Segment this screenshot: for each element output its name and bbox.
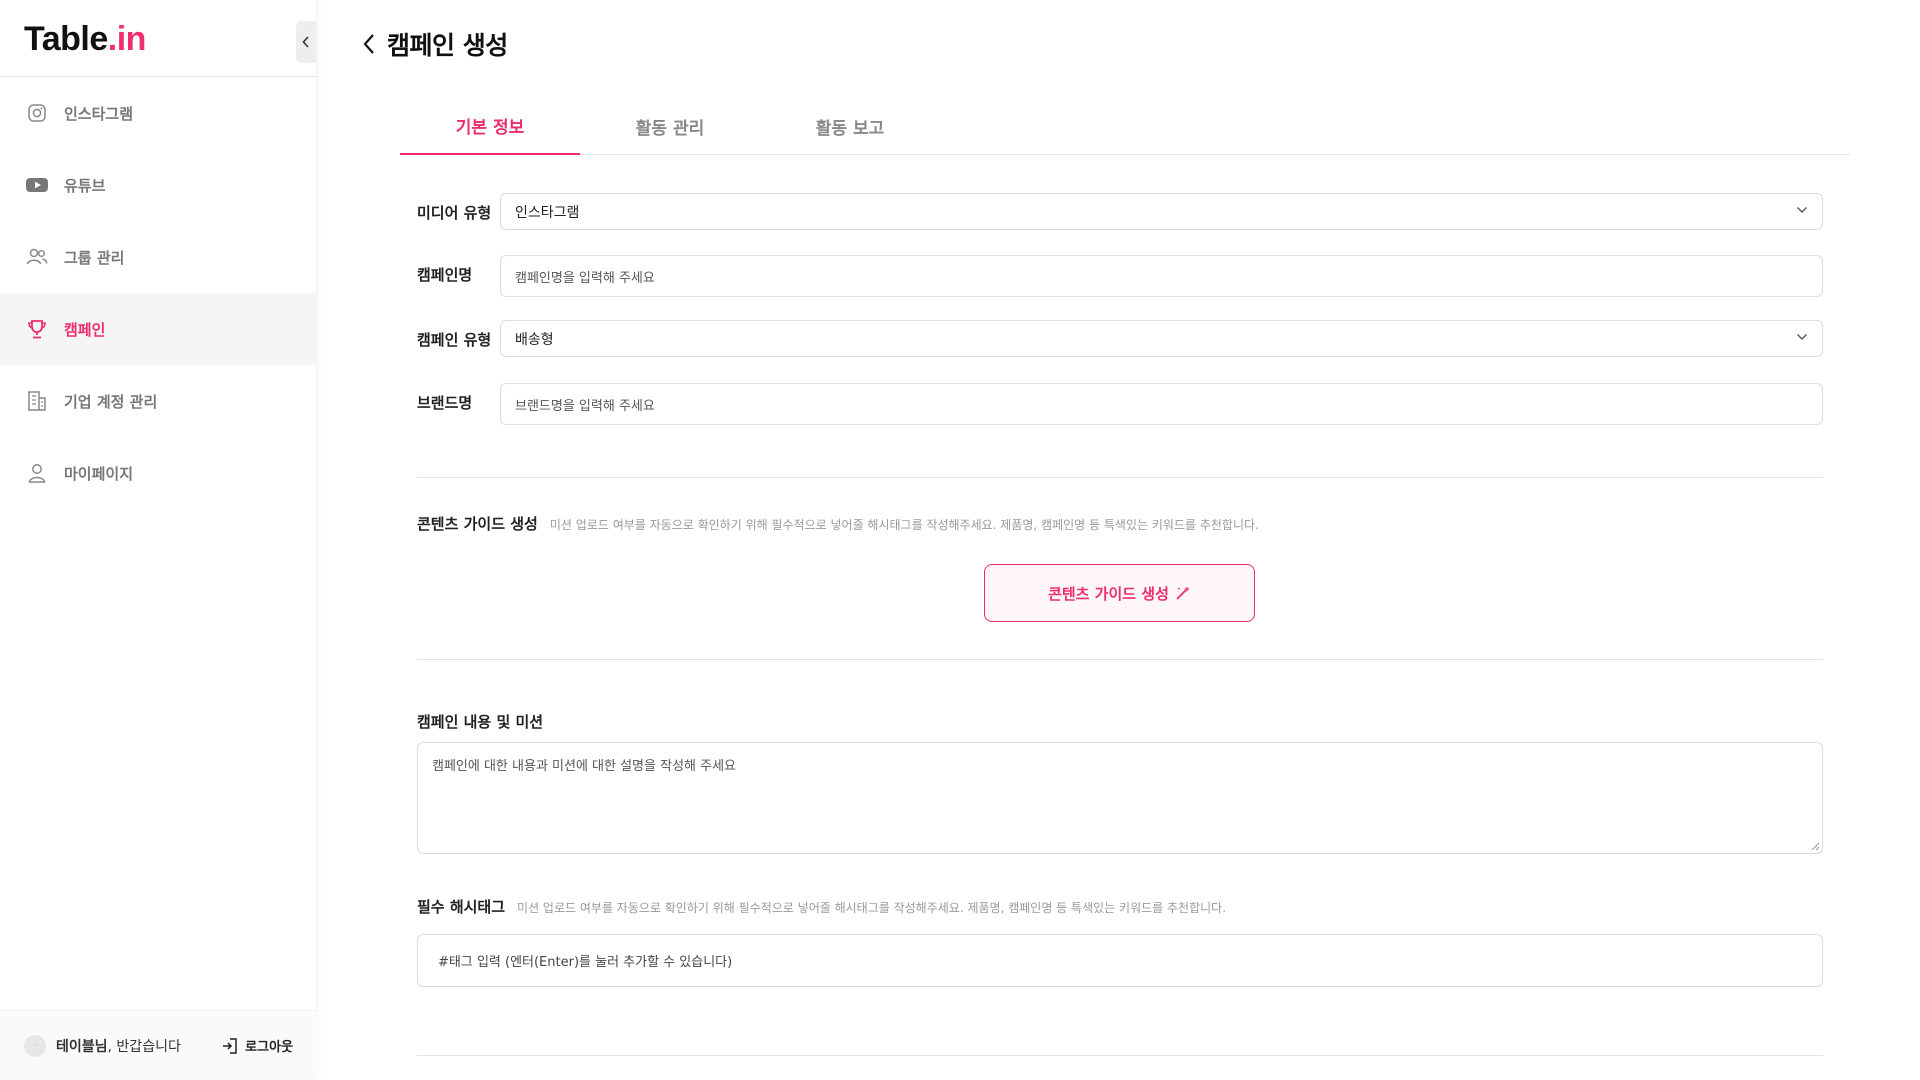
brand-name-placeholder: 브랜드명을 입력해 주세요 (515, 398, 655, 414)
content-guide-button[interactable]: 콘텐츠 가이드 생성 (984, 564, 1255, 622)
content-guide-header: 콘텐츠 가이드 생성 미션 업로드 여부를 자동으로 확인하기 위해 필수적으로… (417, 513, 1259, 534)
campaign-name-input[interactable]: 캠페인명을 입력해 주세요 (500, 255, 1823, 297)
chevron-down-icon (1797, 334, 1807, 340)
campaign-content-label: 캠페인 내용 및 미션 (417, 713, 544, 731)
users-icon (26, 246, 48, 268)
media-type-row: 미디어 유형 인스타그램 (417, 193, 1823, 230)
logo-row: Table.in (0, 0, 316, 77)
sidebar-nav: 인스타그램 유튜브 그룹 관리 캠페인 기업 계정 관리 마이페이지 (0, 77, 316, 509)
chevron-down-icon (1797, 207, 1807, 213)
divider (417, 659, 1823, 660)
sidebar-item-label: 마이페이지 (64, 464, 134, 483)
app-root: Table.in 인스타그램 유튜브 그룹 관리 캠페인 기업 계정 관리 마이… (0, 0, 1920, 1080)
greeting-suffix: , 반갑습니다 (107, 1038, 181, 1055)
campaign-content-placeholder: 캠페인에 대한 내용과 미션에 대한 설명을 작성해 주세요 (432, 759, 737, 774)
tab-activity-management[interactable]: 활동 관리 (580, 98, 760, 155)
brand-name-label: 브랜드명 (417, 394, 473, 412)
sidebar-item-label: 기업 계정 관리 (64, 392, 158, 411)
sidebar-item-label: 인스타그램 (64, 104, 134, 123)
sidebar-item-campaign[interactable]: 캠페인 (0, 293, 316, 365)
back-button[interactable] (357, 29, 381, 59)
sidebar-item-instagram[interactable]: 인스타그램 (0, 77, 316, 149)
user-name: 테이블님 (56, 1038, 108, 1055)
logo-text: Table (24, 20, 108, 58)
chevron-left-icon (302, 36, 309, 48)
user-greeting: 테이블님, 반갑습니다 (56, 1036, 181, 1056)
avatar: · (24, 1034, 46, 1057)
user-icon (26, 462, 48, 484)
divider (417, 477, 1823, 478)
youtube-icon (26, 174, 48, 196)
sidebar-item-label: 그룹 관리 (64, 248, 125, 267)
hashtags-title: 필수 해시태그 (417, 898, 506, 916)
tab-bar: 기본 정보 활동 관리 활동 보고 (400, 98, 1850, 155)
tab-basic-info[interactable]: 기본 정보 (400, 98, 580, 155)
hashtag-input[interactable]: #태그 입력 (엔터(Enter)를 눌러 추가할 수 있습니다) (417, 934, 1823, 987)
sidebar-item-label: 캠페인 (64, 320, 106, 339)
brand-name-input[interactable]: 브랜드명을 입력해 주세요 (500, 383, 1823, 425)
app-logo[interactable]: Table.in (24, 20, 146, 59)
logout-icon (223, 1037, 237, 1054)
campaign-type-row: 캠페인 유형 배송형 (417, 320, 1823, 357)
sidebar-item-group-management[interactable]: 그룹 관리 (0, 221, 316, 293)
logo-suffix: .in (107, 20, 147, 58)
logout-button[interactable]: 로그아웃 (221, 1036, 293, 1055)
page-title: 캠페인 생성 (387, 31, 508, 60)
campaign-content-textarea[interactable]: 캠페인에 대한 내용과 미션에 대한 설명을 작성해 주세요 (417, 742, 1823, 854)
sidebar-collapse-button[interactable] (296, 21, 316, 63)
hashtags-description: 미션 업로드 여부를 자동으로 확인하기 위해 필수적으로 넣어줄 해시태그를 … (517, 901, 1227, 915)
sidebar-item-youtube[interactable]: 유튜브 (0, 149, 316, 221)
content-guide-button-label: 콘텐츠 가이드 생성 (1048, 584, 1169, 603)
sidebar-item-label: 유튜브 (64, 176, 106, 195)
hashtags-header: 필수 해시태그 미션 업로드 여부를 자동으로 확인하기 위해 필수적으로 넣어… (417, 896, 1226, 917)
logout-label: 로그아웃 (245, 1040, 293, 1055)
magic-wand-icon (1176, 586, 1190, 600)
trophy-icon (26, 318, 48, 340)
media-type-label: 미디어 유형 (417, 204, 492, 222)
campaign-type-select[interactable]: 배송형 (500, 320, 1823, 357)
building-icon (26, 390, 48, 412)
media-type-value: 인스타그램 (515, 204, 580, 221)
chevron-left-icon (363, 34, 374, 54)
resize-handle-icon[interactable] (1811, 842, 1820, 851)
campaign-name-row: 캠페인명 캠페인명을 입력해 주세요 (417, 255, 1823, 297)
brand-name-row: 브랜드명 브랜드명을 입력해 주세요 (417, 383, 1823, 425)
content-guide-description: 미션 업로드 여부를 자동으로 확인하기 위해 필수적으로 넣어줄 해시태그를 … (549, 518, 1259, 532)
campaign-type-value: 배송형 (515, 331, 554, 348)
instagram-icon (26, 102, 48, 124)
campaign-name-label: 캠페인명 (417, 266, 473, 284)
hashtag-placeholder: #태그 입력 (엔터(Enter)를 눌러 추가할 수 있습니다) (438, 955, 733, 970)
sidebar-footer: · 테이블님, 반갑습니다 로그아웃 (0, 1010, 317, 1080)
sidebar: Table.in 인스타그램 유튜브 그룹 관리 캠페인 기업 계정 관리 마이… (0, 0, 317, 1080)
media-type-select[interactable]: 인스타그램 (500, 193, 1823, 230)
sidebar-item-company-accounts[interactable]: 기업 계정 관리 (0, 365, 316, 437)
tab-activity-report[interactable]: 활동 보고 (760, 98, 940, 155)
sidebar-item-mypage[interactable]: 마이페이지 (0, 437, 316, 509)
campaign-name-placeholder: 캠페인명을 입력해 주세요 (515, 270, 655, 286)
divider (417, 1055, 1823, 1056)
campaign-type-label: 캠페인 유형 (417, 331, 492, 349)
page-header: 캠페인 생성 (357, 26, 508, 62)
content-guide-title: 콘텐츠 가이드 생성 (417, 515, 538, 533)
main-content: 캠페인 생성 기본 정보 활동 관리 활동 보고 미디어 유형 인스타그램 캠페… (317, 0, 1920, 1080)
